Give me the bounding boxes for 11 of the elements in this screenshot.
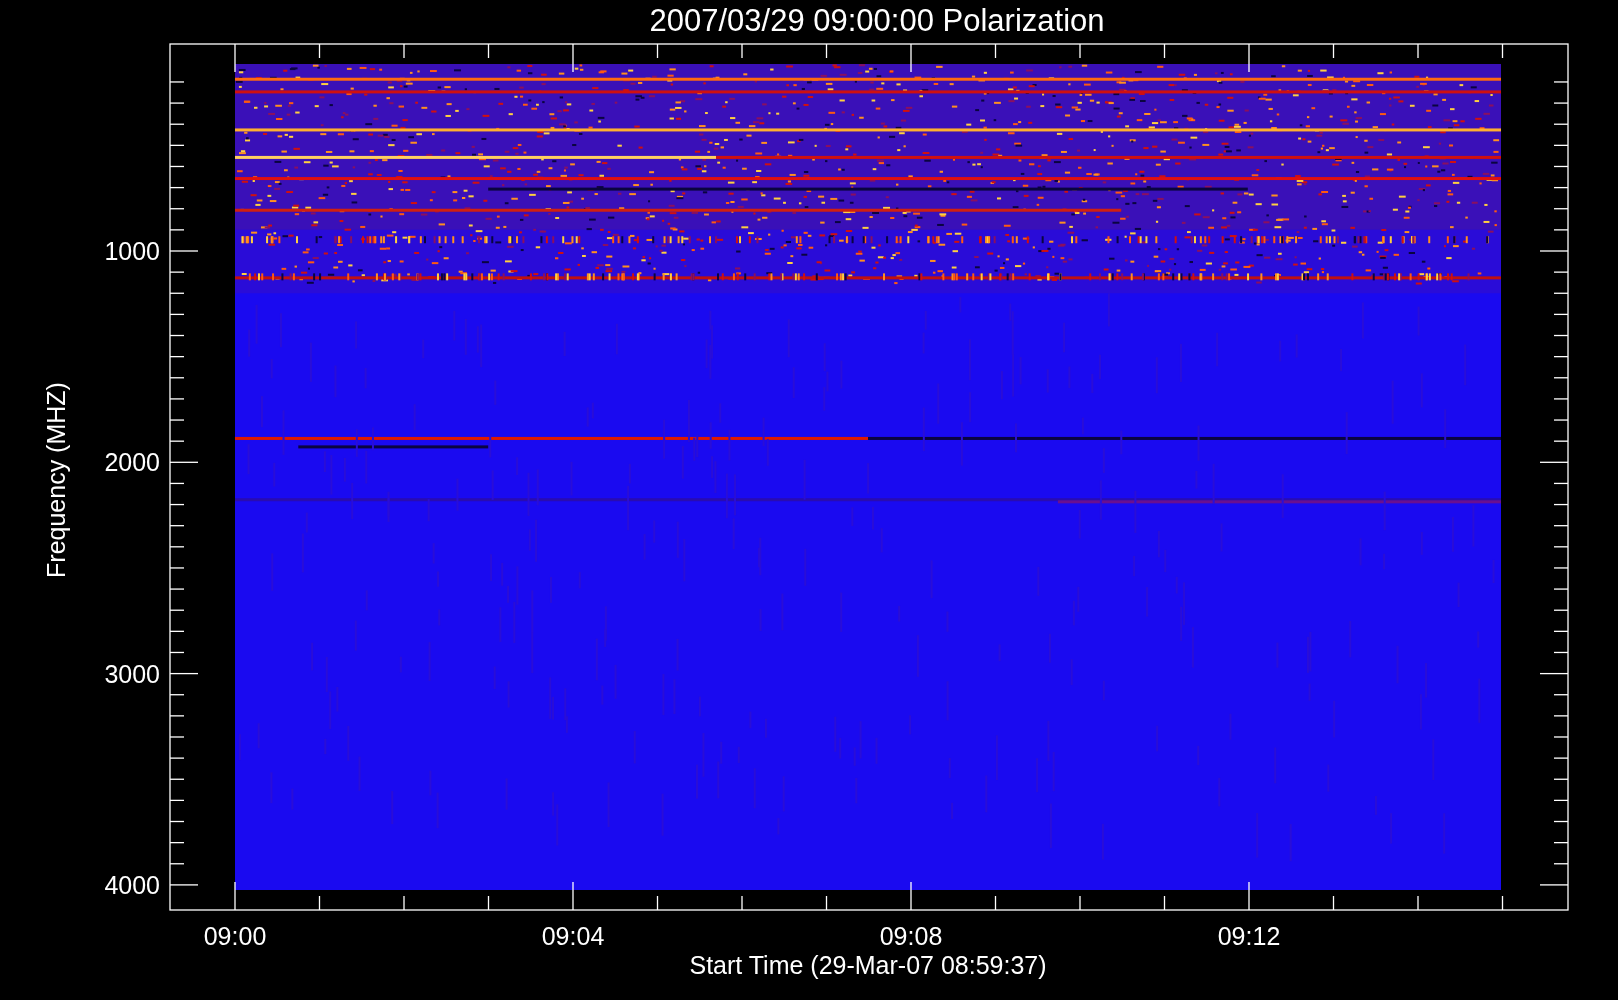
axis-tick-label: 2000 xyxy=(104,448,160,477)
axis-tick-label: 3000 xyxy=(104,659,160,688)
axis-title: Frequency (MHZ) xyxy=(42,382,70,578)
axis-title: Start Time (29-Mar-07 08:59:37) xyxy=(689,951,1047,979)
axis-tick-label: 4000 xyxy=(104,870,160,899)
chart-title: 2007/03/29 09:00:00 Polarization xyxy=(649,3,1105,38)
axis-tick-label: 09:00 xyxy=(203,922,267,950)
axis-tick-label: 09:08 xyxy=(879,922,943,950)
axis-tick-label: 1000 xyxy=(104,237,160,265)
axis-tick-label: 09:12 xyxy=(1217,922,1281,950)
axis-tick-label: 09:04 xyxy=(541,922,605,950)
